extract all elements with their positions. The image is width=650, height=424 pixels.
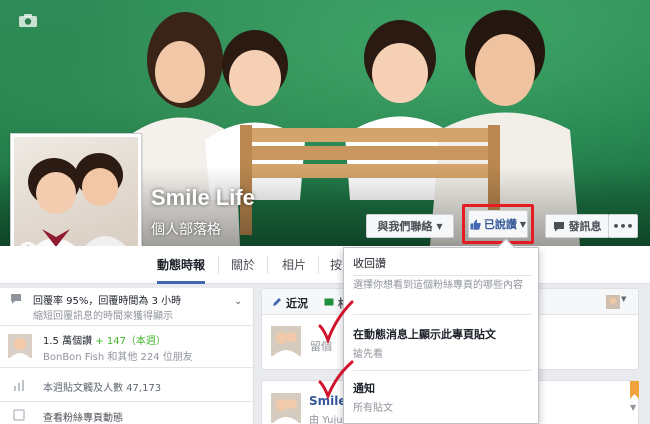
checkmark-annotation-icon (318, 360, 354, 401)
tab-divider (267, 256, 268, 274)
chevron-down-icon[interactable]: ▼ (630, 403, 636, 412)
notifications-title: 通知 (353, 382, 375, 395)
thumbs-up-icon (470, 219, 481, 230)
post-author-avatar[interactable] (271, 393, 301, 423)
tab-divider (318, 256, 319, 274)
tab-more[interactable]: 按 (330, 246, 342, 284)
see-first-title: 在動態消息上顯示此專頁貼文 (353, 328, 496, 341)
send-message-button[interactable]: 發訊息 (545, 214, 609, 238)
caret-down-icon: ▼ (436, 221, 443, 231)
divider (353, 370, 531, 371)
likes-count: 1.5 萬個讚 (43, 336, 93, 347)
divider (353, 275, 531, 276)
bookmark-icon[interactable] (630, 381, 639, 399)
tab-recent-status[interactable]: 近況 (286, 295, 308, 311)
notifications-option[interactable]: 通知 所有貼文 (344, 376, 538, 416)
liked-button[interactable]: 已說讚 ▼ (468, 210, 528, 238)
more-options-button[interactable]: ••• (608, 214, 638, 238)
see-first-option[interactable]: 在動態消息上顯示此專頁貼文 搶先看 (344, 320, 538, 364)
friend-avatar-icon (8, 334, 32, 358)
reach-text: 本週貼文觸及人數 47,173 (43, 383, 162, 394)
divider (353, 314, 531, 315)
page-category[interactable]: 個人部落格 (151, 219, 221, 239)
view-activity-text: 查看粉絲專頁動態 (43, 413, 123, 424)
chevron-down-icon[interactable]: ⌄ (234, 296, 242, 307)
page-avatar-icon[interactable] (606, 295, 620, 309)
contact-us-label: 與我們聯絡 (377, 220, 433, 233)
tab-divider (218, 256, 219, 274)
page-title[interactable]: Smile Life (151, 185, 255, 211)
edit-icon (273, 298, 281, 306)
page-nav-bar: 動態時報 關於 相片 按 (0, 246, 650, 284)
likes-row[interactable]: 1.5 萬個讚 + 147（本週） BonBon Fish 和其他 224 位朋… (0, 326, 254, 368)
response-rate-text: 回覆率 95%，回覆時間為 3 小時 (33, 296, 182, 307)
liked-button-highlight[interactable]: 已說讚 ▼ (462, 204, 534, 244)
checkmark-annotation-icon (318, 300, 354, 345)
likes-new-this-week: + 147（本週） (95, 336, 166, 347)
message-icon (553, 221, 564, 231)
activity-icon (13, 409, 25, 421)
response-rate-note: 縮短回覆訊息的時間來獲得顯示 (33, 311, 173, 322)
camera-icon[interactable] (18, 13, 38, 28)
contact-us-button[interactable]: 與我們聯絡 ▼ (366, 214, 454, 238)
tab-timeline[interactable]: 動態時報 (157, 246, 206, 284)
dropdown-description: 選擇你想看到這個粉絲專頁的哪些內容 (353, 280, 523, 291)
likes-friends[interactable]: BonBon Fish 和其他 224 位朋友 (43, 348, 193, 363)
bar-chart-icon (14, 380, 24, 391)
response-rate-row[interactable]: 回覆率 95%，回覆時間為 3 小時 縮短回覆訊息的時間來獲得顯示 ⌄ (0, 288, 254, 326)
view-activity-row[interactable]: 查看粉絲專頁動態 (0, 402, 254, 424)
left-sidebar: 回覆率 95%，回覆時間為 3 小時 縮短回覆訊息的時間來獲得顯示 ⌄ 1.5 … (0, 288, 254, 424)
caret-down-icon[interactable]: ▼ (621, 295, 626, 303)
post-meta: 由 Yuju (309, 415, 343, 424)
chat-bubble-icon (11, 294, 21, 304)
tab-photos[interactable]: 相片 (282, 246, 306, 284)
reach-row[interactable]: 本週貼文觸及人數 47,173 (0, 368, 254, 402)
see-first-subtitle: 搶先看 (353, 349, 383, 360)
profile-photo (14, 137, 138, 261)
page-thumbnail (271, 326, 301, 356)
liked-dropdown-menu: 收回讚 選擇你想看到這個粉絲專頁的哪些內容 在動態消息上顯示此專頁貼文 搶先看 … (343, 238, 539, 424)
liked-label: 已說讚 (483, 218, 517, 231)
caret-down-icon: ▼ (519, 219, 527, 229)
tab-about[interactable]: 關於 (231, 246, 255, 284)
notifications-subtitle: 所有貼文 (353, 403, 393, 414)
send-message-label: 發訊息 (568, 220, 602, 233)
more-options-label: ••• (612, 219, 634, 233)
unlike-menu-item[interactable]: 收回讚 (344, 254, 538, 274)
